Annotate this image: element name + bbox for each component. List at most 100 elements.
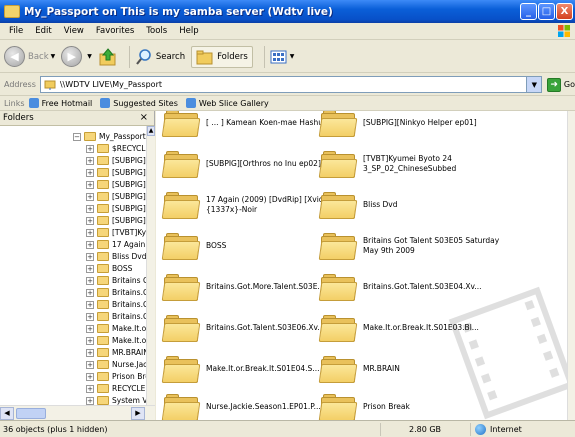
folder-item[interactable]: Make.It.or.Break.It.S01E03.Bl... — [318, 310, 521, 346]
folder-item[interactable]: [TVBT]Kyumei Byoto 24 3_SP_02_ChineseSub… — [318, 146, 521, 182]
expand-icon[interactable]: + — [86, 264, 94, 273]
menu-view[interactable]: View — [58, 26, 90, 36]
expand-icon[interactable]: + — [86, 372, 94, 381]
expand-icon[interactable]: + — [86, 192, 94, 201]
expand-icon[interactable]: + — [86, 252, 94, 261]
expand-icon[interactable]: + — [86, 348, 94, 357]
menu-tools[interactable]: Tools — [140, 26, 173, 36]
views-button[interactable]: ▼ — [270, 49, 294, 65]
tree-node[interactable]: + $RECYCLE — [86, 143, 146, 154]
links-label: Links — [4, 98, 25, 108]
status-bar: 36 objects (plus 1 hidden) 2.80 GB Inter… — [0, 420, 575, 437]
go-button[interactable]: ➜ — [547, 77, 561, 92]
expand-icon[interactable]: + — [86, 276, 94, 285]
tree-node[interactable]: + Nurse.Jac — [86, 359, 146, 370]
status-size-cell: 2.80 GB — [380, 423, 468, 436]
link-label: Suggested Sites — [113, 98, 178, 108]
tree-node[interactable]: + RECYCLER — [86, 383, 146, 394]
tree-node[interactable]: + Make.It.o — [86, 323, 146, 334]
network-drive-icon — [44, 80, 56, 90]
folder-icon — [318, 273, 358, 301]
scroll-right-button[interactable]: ▶ — [131, 406, 145, 420]
expand-icon[interactable]: + — [86, 360, 94, 369]
tree-node[interactable]: + BOSS — [86, 263, 132, 274]
tree-node[interactable]: + Prison Bre — [86, 371, 146, 382]
back-button[interactable]: ◀ Back ▼ — [4, 46, 55, 67]
expand-icon[interactable]: + — [86, 216, 94, 225]
folder-icon — [97, 204, 109, 213]
scroll-thumb[interactable] — [16, 407, 46, 419]
folder-item[interactable]: MR.BRAIN — [318, 351, 521, 387]
maximize-button[interactable]: □ — [538, 3, 555, 20]
folder-icon — [97, 144, 109, 153]
expand-icon[interactable]: + — [86, 300, 94, 309]
folder-item[interactable]: Bliss Dvd — [318, 187, 521, 223]
expand-icon[interactable]: + — [86, 144, 94, 153]
expand-icon[interactable]: + — [86, 168, 94, 177]
expand-icon[interactable]: + — [86, 312, 94, 321]
folder-icon — [97, 156, 109, 165]
close-pane-button[interactable]: × — [140, 112, 148, 123]
menu-favorites[interactable]: Favorites — [90, 26, 140, 36]
expand-icon[interactable]: + — [86, 228, 94, 237]
expand-icon[interactable]: + — [86, 396, 94, 405]
tree-node[interactable]: + Britains.G — [86, 299, 146, 310]
folder-icon — [318, 111, 358, 137]
menu-edit[interactable]: Edit — [29, 26, 57, 36]
forward-button[interactable]: ▶ ▼ — [61, 46, 92, 67]
folder-icon — [318, 314, 358, 342]
tree-node[interactable]: + Britains.G — [86, 287, 146, 298]
expand-icon[interactable]: + — [86, 324, 94, 333]
tree-node-label: Britains.G — [112, 288, 146, 297]
expand-icon[interactable]: + — [86, 156, 94, 165]
link-suggested-sites[interactable]: Suggested Sites — [100, 98, 178, 108]
scroll-up-button[interactable]: ▲ — [147, 126, 155, 136]
folder-item[interactable]: [SUBPIG][Ninkyo Helper ep01] — [318, 111, 521, 141]
tree-node[interactable]: + [SUBPIG] — [86, 191, 146, 202]
folders-label: Folders — [217, 51, 248, 62]
close-button[interactable]: X — [556, 3, 573, 20]
scroll-left-button[interactable]: ◀ — [0, 406, 14, 420]
tree-node[interactable]: + [SUBPIG] — [86, 167, 146, 178]
tree-node[interactable]: + [TVBT]Ky — [86, 227, 146, 238]
expand-icon[interactable]: + — [86, 288, 94, 297]
tree-node[interactable]: + Make.It.o — [86, 335, 146, 346]
folder-item[interactable]: Britains Got Talent S03E05 Saturday May … — [318, 228, 521, 264]
address-input[interactable]: \\WDTV LIVE\My_Passport ▼ — [39, 76, 543, 93]
tree-node[interactable]: + Britains.G — [86, 311, 146, 322]
search-button[interactable]: Search — [135, 48, 185, 66]
tree-node[interactable]: + [SUBPIG] — [86, 155, 146, 166]
folder-item[interactable]: Britains.Got.Talent.S03E04.Xv... — [318, 269, 521, 305]
expand-icon[interactable]: + — [86, 336, 94, 345]
up-button[interactable] — [98, 47, 118, 67]
address-dropdown-button[interactable]: ▼ — [526, 77, 542, 92]
folder-icon — [161, 273, 201, 301]
expand-icon[interactable]: + — [86, 180, 94, 189]
tree-node[interactable]: + [SUBPIG] — [86, 203, 146, 214]
folder-icon — [97, 216, 109, 225]
go-label[interactable]: Go — [564, 80, 575, 89]
tree-node[interactable]: + Bliss Dvd — [86, 251, 146, 262]
tree-node[interactable]: + Britains G — [86, 275, 146, 286]
folder-item[interactable]: Prison Break — [318, 389, 521, 420]
collapse-icon[interactable]: − — [73, 132, 81, 141]
tree-node[interactable]: + System V — [86, 395, 146, 405]
tree-horizontal-scrollbar[interactable]: ◀ ▶ — [0, 405, 155, 420]
tree-node[interactable]: + MR.BRAIN — [86, 347, 146, 358]
tree-node[interactable]: + [SUBPIG] — [86, 179, 146, 190]
status-zone: Internet — [490, 425, 522, 434]
link-web-slice-gallery[interactable]: Web Slice Gallery — [185, 98, 269, 108]
expand-icon[interactable]: + — [86, 240, 94, 249]
tree-node[interactable]: − My_Passport — [73, 131, 146, 142]
tree-vertical-scrollbar[interactable]: ▲ — [146, 126, 155, 405]
menu-file[interactable]: File — [3, 26, 29, 36]
tree-node[interactable]: +17 Again — [86, 239, 145, 250]
tree-node[interactable]: + [SUBPIG] — [86, 215, 146, 226]
minimize-button[interactable]: _ — [520, 3, 537, 20]
link-free-hotmail[interactable]: Free Hotmail — [28, 98, 92, 108]
folders-button[interactable]: Folders — [191, 45, 253, 68]
expand-icon[interactable]: + — [86, 204, 94, 213]
menu-help[interactable]: Help — [173, 26, 204, 36]
expand-icon[interactable]: + — [86, 384, 94, 393]
file-view-scrollbar[interactable] — [567, 111, 575, 420]
